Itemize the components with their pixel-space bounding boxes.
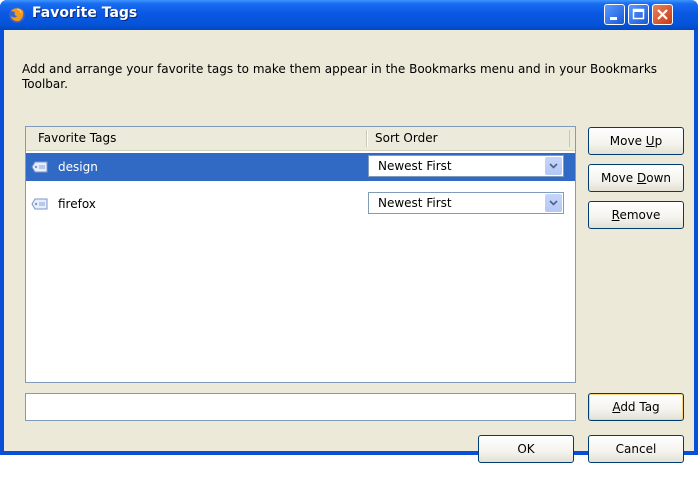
- firefox-icon: [9, 7, 25, 23]
- maximize-icon: [632, 8, 645, 20]
- list-header: Favorite Tags Sort Order: [26, 127, 575, 151]
- move-up-button[interactable]: Move Up: [588, 127, 684, 155]
- list-item[interactable]: firefox Newest First: [26, 190, 575, 218]
- tag-name: design: [58, 160, 98, 174]
- remove-button[interactable]: Remove: [588, 201, 684, 229]
- ok-label: OK: [517, 442, 535, 456]
- minimize-button[interactable]: [604, 4, 625, 25]
- sort-order-value: Newest First: [378, 159, 452, 173]
- tag-icon: [31, 161, 48, 173]
- column-header-sort-order[interactable]: Sort Order: [375, 131, 438, 145]
- sort-order-select[interactable]: Newest First: [368, 192, 564, 214]
- window-title: Favorite Tags: [32, 5, 138, 21]
- add-tag-button[interactable]: Add Tag: [588, 393, 684, 421]
- tag-name: firefox: [58, 197, 96, 211]
- move-down-button[interactable]: Move Down: [588, 164, 684, 192]
- dialog-window: Favorite Tags Add and arrange your favor…: [0, 0, 698, 463]
- sort-order-value: Newest First: [378, 196, 452, 210]
- move-up-label: Move: [609, 134, 646, 148]
- title-bar[interactable]: Favorite Tags: [0, 0, 698, 30]
- move-up-accesskey: U: [645, 134, 655, 148]
- column-header-favorite-tags[interactable]: Favorite Tags: [38, 131, 116, 145]
- ok-button[interactable]: OK: [478, 435, 574, 463]
- dropdown-button[interactable]: [545, 194, 562, 212]
- remove-label-rest: emove: [619, 208, 661, 222]
- close-button[interactable]: [652, 4, 673, 25]
- column-divider[interactable]: [366, 130, 368, 147]
- maximize-button[interactable]: [628, 4, 649, 25]
- close-icon: [657, 9, 668, 20]
- tag-icon: [31, 198, 48, 210]
- column-divider: [569, 130, 570, 147]
- favorite-tags-list[interactable]: Favorite Tags Sort Order design Newest F…: [25, 126, 576, 383]
- dialog-body: Add and arrange your favorite tags to ma…: [4, 30, 694, 463]
- chevron-down-icon: [549, 200, 558, 206]
- list-item[interactable]: design Newest First: [26, 153, 575, 181]
- move-down-accesskey: D: [636, 171, 647, 185]
- add-tag-label-rest: dd Tag: [620, 400, 660, 414]
- dropdown-button[interactable]: [545, 157, 562, 175]
- move-down-label-rest: own: [646, 171, 671, 185]
- move-up-label-rest: p: [654, 134, 663, 148]
- minimize-icon: [610, 17, 617, 20]
- new-tag-input[interactable]: [25, 393, 576, 421]
- dialog-description: Add and arrange your favorite tags to ma…: [22, 62, 658, 91]
- chevron-down-icon: [549, 163, 558, 169]
- move-down-label: Move: [600, 171, 637, 185]
- cancel-button[interactable]: Cancel: [588, 435, 684, 463]
- cancel-label: Cancel: [615, 442, 657, 456]
- sort-order-select[interactable]: Newest First: [368, 155, 564, 177]
